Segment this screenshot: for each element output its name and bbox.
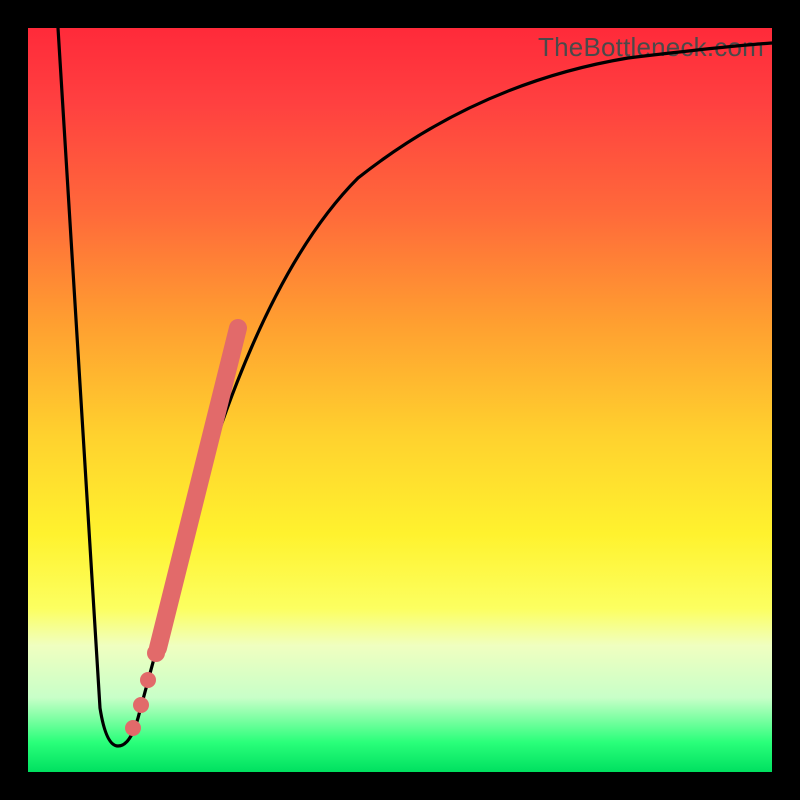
- chart-svg: [28, 28, 772, 772]
- chart-plot-area: TheBottleneck.com: [28, 28, 772, 772]
- highlight-dot: [147, 644, 165, 662]
- highlight-segment: [158, 328, 238, 648]
- chart-frame: TheBottleneck.com: [0, 0, 800, 800]
- highlight-dot: [140, 672, 156, 688]
- highlight-dot: [133, 697, 149, 713]
- highlight-dot: [125, 720, 141, 736]
